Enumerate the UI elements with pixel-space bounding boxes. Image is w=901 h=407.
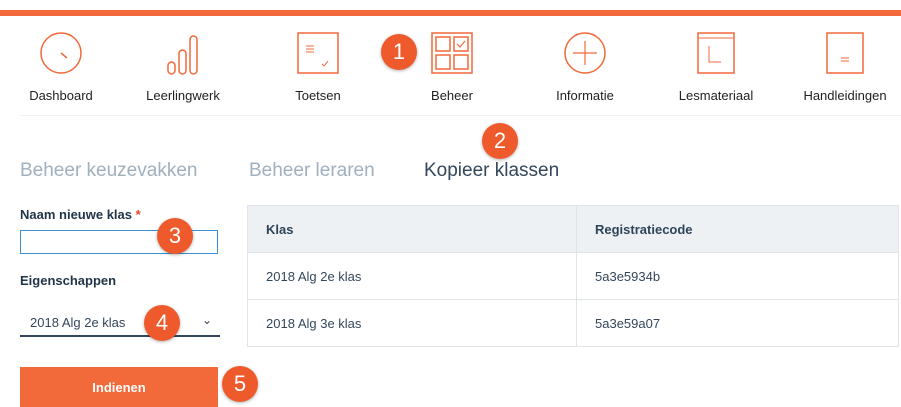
column-header-klas[interactable]: Klas: [247, 205, 577, 253]
nav-label: Handleidingen: [803, 88, 887, 103]
nav-item-beheer[interactable]: Beheer: [397, 26, 507, 108]
classes-table: Klas Registratiecode 2018 Alg 2e klas 5a…: [247, 205, 899, 347]
submit-button[interactable]: Indienen: [20, 367, 218, 407]
bar-chart-icon: [167, 35, 198, 75]
step-badge-4: 4: [144, 305, 180, 341]
plus-circle-icon: [564, 32, 606, 74]
chevron-down-icon: ⌄: [201, 313, 212, 327]
table-header-row: Klas Registratiecode: [247, 205, 899, 253]
properties-select[interactable]: 2018 Alg 2e klas ⌄: [20, 309, 220, 337]
top-accent-bar: [0, 10, 901, 16]
tab-kopieer-klassen[interactable]: Kopieer klassen: [424, 160, 559, 182]
nav-item-handleidingen[interactable]: Handleidingen: [790, 26, 900, 108]
nav-label: Lesmateriaal: [678, 88, 754, 103]
nav-label: Dashboard: [29, 88, 93, 103]
step-badge-3: 3: [157, 218, 193, 254]
tab-bar: Beheer keuzevakken Beheer leraren Kopiee…: [0, 160, 901, 190]
nav-item-informatie[interactable]: Informatie: [530, 26, 640, 108]
cell-registratiecode: 5a3e59a07: [576, 299, 899, 347]
step-badge-5: 5: [222, 366, 258, 402]
nav-item-leerlingwerk[interactable]: Leerlingwerk: [128, 26, 238, 108]
dashboard-gauge-icon: [40, 32, 82, 74]
column-header-registratiecode[interactable]: Registratiecode: [576, 205, 899, 253]
main-nav: Dashboard Leerlingwerk Toetsen Beheer In…: [0, 26, 901, 108]
book-icon: [697, 32, 735, 74]
nav-label: Beheer: [431, 88, 473, 103]
table-row[interactable]: 2018 Alg 2e klas 5a3e5934b: [247, 252, 899, 300]
cell-klas: 2018 Alg 2e klas: [247, 252, 577, 300]
nav-label: Informatie: [556, 88, 614, 103]
table-row[interactable]: 2018 Alg 3e klas 5a3e59a07: [247, 299, 899, 347]
properties-label: Eigenschappen: [20, 273, 117, 288]
step-badge-2: 2: [482, 123, 518, 159]
manual-icon: [826, 32, 864, 74]
required-marker: *: [135, 207, 141, 222]
nav-label: Toetsen: [295, 88, 341, 103]
nav-divider: [20, 115, 901, 116]
properties-selected-value: 2018 Alg 2e klas: [30, 315, 126, 330]
cell-klas: 2018 Alg 3e klas: [247, 299, 577, 347]
test-document-icon: [297, 32, 339, 74]
nav-item-lesmateriaal[interactable]: Lesmateriaal: [661, 26, 771, 108]
nav-label: Leerlingwerk: [146, 88, 220, 103]
nav-item-dashboard[interactable]: Dashboard: [6, 26, 116, 108]
tab-beheer-keuzevakken[interactable]: Beheer keuzevakken: [20, 160, 197, 182]
tab-beheer-leraren[interactable]: Beheer leraren: [249, 160, 375, 182]
step-badge-1: 1: [381, 34, 417, 70]
name-label-text: Naam nieuwe klas: [20, 207, 132, 222]
nav-item-toetsen[interactable]: Toetsen: [263, 26, 373, 108]
grid-manage-icon: [431, 32, 473, 74]
name-field-label: Naam nieuwe klas *: [20, 207, 141, 222]
cell-registratiecode: 5a3e5934b: [576, 252, 899, 300]
